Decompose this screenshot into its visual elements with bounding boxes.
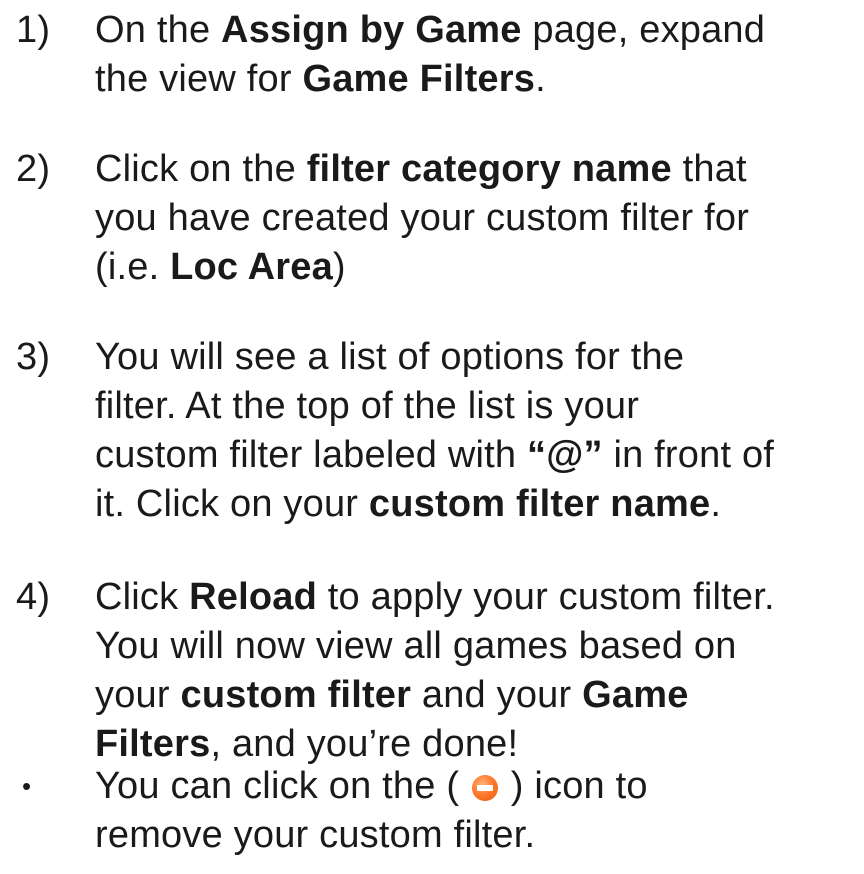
tip-text: You can click on the ( ) icon to remove … xyxy=(95,762,860,860)
remove-circle-icon xyxy=(471,775,498,801)
step-line: You will now view all games based on xyxy=(95,625,737,667)
section-name: Game Filters xyxy=(302,58,536,100)
step-line: it. Click on your custom filter name. xyxy=(95,483,722,525)
step-line: the view for Game Filters. xyxy=(95,58,546,100)
step-line: filter. At the top of the list is your xyxy=(95,385,640,427)
step-number: 1) xyxy=(16,9,51,51)
step-line: custom filter labeled with “@” in front … xyxy=(95,434,775,476)
step-line: you have created your custom filter for xyxy=(95,197,750,239)
step-number: 4) xyxy=(16,576,51,618)
step-number: 2) xyxy=(16,148,51,190)
step-text: On the Assign by Game page, expand the v… xyxy=(95,6,860,104)
step-text: Click Reload to apply your custom filter… xyxy=(95,573,860,769)
step-line: Click on the filter category name that xyxy=(95,148,747,190)
tip-line: remove your custom filter. xyxy=(95,814,536,856)
step-line: (i.e. Loc Area) xyxy=(95,246,346,288)
step-text: You will see a list of options for the f… xyxy=(95,333,860,529)
step-line: You will see a list of options for the xyxy=(95,336,685,378)
step-number: 3) xyxy=(16,336,51,378)
step-line: On the Assign by Game page, expand xyxy=(95,9,766,51)
bullet-marker: • xyxy=(22,771,32,801)
step-text: Click on the filter category name that y… xyxy=(95,145,860,292)
step-line: your custom filter and your Game xyxy=(95,674,689,716)
page-name: Assign by Game xyxy=(221,9,522,51)
tip-line: You can click on the ( ) icon to xyxy=(95,765,648,807)
step-line: Click Reload to apply your custom filter… xyxy=(95,576,775,618)
